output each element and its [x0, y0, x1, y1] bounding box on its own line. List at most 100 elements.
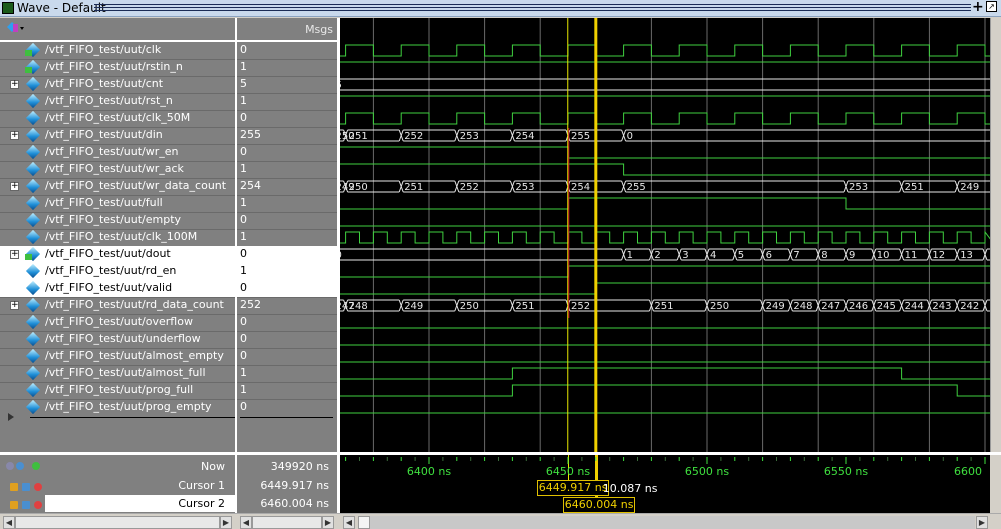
expand-icon[interactable]: + — [10, 301, 19, 310]
signal-value: 1 — [240, 196, 247, 209]
signal-row[interactable]: /vtf_FIFO_test/uut/rstin_n — [0, 59, 235, 76]
signal-row[interactable]: /vtf_FIFO_test/uut/clk — [0, 42, 235, 59]
signal-row[interactable]: /vtf_FIFO_test/uut/underflow — [0, 331, 235, 348]
signal-value-row[interactable]: 1 — [237, 93, 337, 110]
name-pane-scrollbar[interactable] — [15, 516, 220, 529]
signal-row[interactable]: + /vtf_FIFO_test/uut/rd_data_count — [0, 297, 235, 314]
expand-icon[interactable]: + — [10, 182, 19, 191]
wave-toolbar-icon[interactable] — [6, 21, 24, 35]
signal-name: /vtf_FIFO_test/uut/almost_full — [45, 366, 206, 379]
signal-value-row[interactable]: 0 — [237, 110, 337, 127]
lock-icon[interactable] — [10, 483, 18, 491]
add-cursor-icon[interactable] — [16, 462, 24, 470]
expand-icon[interactable]: + — [10, 250, 19, 259]
delete-cursor-icon[interactable] — [34, 501, 42, 509]
wave-scrollbar-track[interactable] — [370, 516, 975, 529]
signal-row[interactable]: /vtf_FIFO_test/uut/almost_empty — [0, 348, 235, 365]
expand-icon[interactable]: + — [10, 80, 19, 89]
signal-row[interactable]: /vtf_FIFO_test/uut/valid — [0, 280, 235, 297]
cursor1-time-box[interactable]: 6449.917 ns — [536, 480, 610, 496]
signal-row[interactable]: /vtf_FIFO_test/uut/clk_50M — [0, 110, 235, 127]
signal-value-row[interactable]: 255 — [237, 127, 337, 144]
cursor1-label[interactable]: Cursor 1 — [178, 479, 225, 492]
signal-value-row[interactable]: 0 — [237, 42, 337, 59]
waveform-canvas[interactable]: 5250251252253254255024925025125225325425… — [334, 18, 994, 452]
signal-value-row[interactable]: 1 — [237, 382, 337, 399]
row-divider — [0, 365, 235, 366]
scroll-left-button[interactable]: ◀ — [3, 516, 15, 529]
signal-value-row[interactable]: 0 — [237, 246, 337, 263]
signal-value: 1 — [240, 94, 247, 107]
signal-waveform — [334, 282, 994, 295]
signal-row[interactable]: /vtf_FIFO_test/uut/clk_100M — [0, 229, 235, 246]
signal-row[interactable]: /vtf_FIFO_test/uut/full — [0, 195, 235, 212]
signal-value-row[interactable]: 0 — [237, 314, 337, 331]
signal-value-row[interactable]: 1 — [237, 229, 337, 246]
signal-waveform — [334, 367, 994, 380]
signal-row[interactable]: /vtf_FIFO_test/uut/prog_full — [0, 382, 235, 399]
signal-value-row[interactable]: 254 — [237, 178, 337, 195]
cursor2-label[interactable]: Cursor 2 — [178, 497, 225, 510]
signal-value: 1 — [240, 230, 247, 243]
signal-value-row[interactable]: 1 — [237, 59, 337, 76]
signal-row[interactable]: /vtf_FIFO_test/uut/overflow — [0, 314, 235, 331]
signal-value-row[interactable]: 0 — [237, 280, 337, 297]
clock-waveform — [334, 112, 994, 125]
signal-value-row[interactable]: 252 — [237, 297, 337, 314]
signal-value-row[interactable]: 0 — [237, 212, 337, 229]
signal-row[interactable]: + /vtf_FIFO_test/uut/din — [0, 127, 235, 144]
signal-value-row[interactable]: 0 — [237, 399, 337, 416]
signal-row[interactable]: /vtf_FIFO_test/uut/rd_en — [0, 263, 235, 280]
signal-value: 0 — [240, 213, 247, 226]
signal-value-row[interactable]: 1 — [237, 263, 337, 280]
signal-value-row[interactable]: 5 — [237, 76, 337, 93]
bus-value-label: 0 — [340, 250, 342, 261]
signal-row[interactable]: + /vtf_FIFO_test/uut/cnt — [0, 76, 235, 93]
add-icon[interactable] — [32, 462, 40, 470]
cursor2-time-box[interactable]: 6460.004 ns — [562, 497, 636, 513]
edit-cursor-icon[interactable] — [22, 501, 30, 509]
value-pane-scrollbar[interactable] — [252, 516, 322, 529]
signal-diamond-icon — [25, 382, 41, 398]
signal-value-row[interactable]: 1 — [237, 195, 337, 212]
bus-value-label: 251 — [404, 182, 423, 193]
signal-row[interactable]: /vtf_FIFO_test/uut/wr_en — [0, 144, 235, 161]
bus-value-label: 251 — [654, 301, 673, 312]
scroll-right-button[interactable]: ▶ — [322, 516, 334, 529]
bus-value-label: 248 — [793, 301, 812, 312]
signal-value-row[interactable]: 0 — [237, 144, 337, 161]
signal-row[interactable]: + /vtf_FIFO_test/uut/dout — [0, 246, 235, 263]
signal-row[interactable]: /vtf_FIFO_test/uut/almost_full — [0, 365, 235, 382]
wave-scroll-thumb[interactable] — [358, 516, 370, 529]
signal-value-row[interactable]: 0 — [237, 331, 337, 348]
scroll-right-button[interactable]: ▶ — [976, 516, 988, 529]
title-bar: Wave - Default + ↗ — [0, 0, 1001, 17]
signal-row[interactable]: /vtf_FIFO_test/uut/rst_n — [0, 93, 235, 110]
scroll-left-button[interactable]: ◀ — [240, 516, 252, 529]
title-grip[interactable] — [94, 4, 971, 5]
signal-row[interactable]: /vtf_FIFO_test/uut/prog_empty — [0, 399, 235, 416]
scroll-left-button[interactable]: ◀ — [343, 516, 355, 529]
dock-plus-icon[interactable]: + — [972, 0, 984, 15]
timeline-pane[interactable]: 6400 ns 6450 ns 6500 ns 6550 ns 6600 6449.91… — [340, 455, 990, 513]
signal-row[interactable]: /vtf_FIFO_test/uut/empty — [0, 212, 235, 229]
expand-icon[interactable]: + — [10, 131, 19, 140]
row-divider — [0, 229, 235, 230]
lock-icon[interactable] — [10, 501, 18, 509]
bus-value-label: 244 — [905, 301, 924, 312]
signal-value-row[interactable]: 0 — [237, 348, 337, 365]
signal-row[interactable]: + /vtf_FIFO_test/uut/wr_data_count — [0, 178, 235, 195]
edit-cursor-icon[interactable] — [22, 483, 30, 491]
signal-row[interactable]: /vtf_FIFO_test/uut/wr_ack — [0, 161, 235, 178]
signal-name: /vtf_FIFO_test/uut/prog_empty — [45, 400, 212, 413]
waveform-pane[interactable]: 5250251252253254255024925025125225325425… — [334, 18, 994, 452]
signal-value-row[interactable]: 1 — [237, 365, 337, 382]
row-divider — [0, 93, 235, 94]
scroll-right-button[interactable]: ▶ — [220, 516, 232, 529]
signal-value-row[interactable]: 1 — [237, 161, 337, 178]
row-divider — [237, 195, 337, 196]
delete-cursor-icon[interactable] — [34, 483, 42, 491]
undock-icon[interactable]: ↗ — [986, 1, 997, 12]
bus-value-label: 249 — [766, 301, 785, 312]
vertical-scrollbar[interactable] — [990, 18, 1001, 452]
